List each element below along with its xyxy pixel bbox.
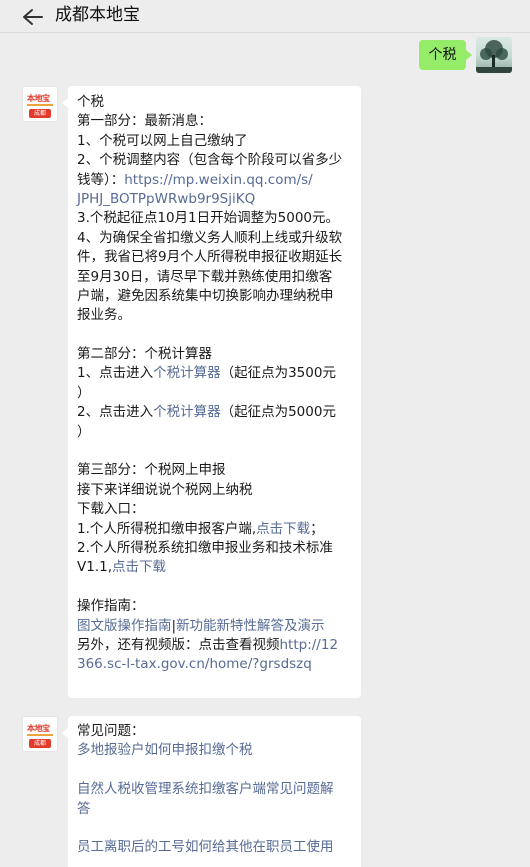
faq-link[interactable]: 自然人税收管理系统扣缴客户端常见问题解	[77, 780, 361, 799]
message-heading: 个税	[77, 94, 104, 110]
logo-city-badge: 成都	[29, 739, 51, 748]
logo-city-badge: 成都	[29, 109, 51, 118]
news-item: 3.个税起征点10月1日开始调整为5000元。	[77, 210, 340, 227]
calculator-item: 2、点击进入个税计算器（起征点为5000元	[77, 403, 361, 422]
news-item: 报业务。	[77, 307, 131, 324]
news-item: 户端，避免因系统集中切换影响办理纳税申	[77, 287, 334, 304]
self-avatar[interactable]	[476, 37, 512, 73]
news-item: 1、个税可以网上自己缴纳了	[77, 132, 248, 149]
logo-divider	[27, 734, 53, 736]
download-link[interactable]: 点击下载	[256, 521, 310, 537]
calculator-item-note: （起征点为5000元	[220, 404, 336, 421]
section-title: 第一部分：最新消息：	[77, 113, 212, 130]
download-item-text: V1.1,	[77, 559, 112, 576]
guide-links: 图文版操作指南|新功能新特性解答及演示	[77, 617, 361, 636]
faq-message-bubble: 常见问题： 多地报验户如何申报扣缴个税 自然人税收管理系统扣缴客户端常见问题解 …	[62, 716, 361, 867]
download-item-text: 1.个人所得税扣缴申报客户端,	[77, 520, 257, 537]
page-title: 成都本地宝	[55, 5, 140, 25]
download-item: 2.个人所得税系统扣缴申报业务和技术标准	[77, 539, 333, 556]
news-item-text: 钱等）：	[77, 171, 125, 188]
download-item: V1.1,点击下载	[77, 558, 361, 577]
guide-title: 操作指南：	[77, 598, 145, 615]
tax-calculator-link[interactable]: 个税计算器	[153, 365, 221, 381]
download-item-punct: ；	[310, 520, 324, 537]
download-link[interactable]: 点击下载	[112, 559, 166, 575]
calculator-item-note: （起征点为3500元	[220, 365, 336, 382]
tree-silhouette-icon	[476, 40, 512, 73]
article-link[interactable]: JPHJ_BOTPpWRwb9r9SjiKQ	[77, 190, 361, 209]
image-guide-link[interactable]: 图文版操作指南	[77, 618, 172, 634]
self-message-bubble[interactable]: 个税	[419, 40, 472, 70]
download-label: 下载入口：	[77, 501, 145, 518]
message-bubble: 个税 第一部分：最新消息： 1、个税可以网上自己缴纳了 2、个税调整内容（包含每…	[62, 86, 361, 698]
calculator-item-text: 1、点击进入	[77, 365, 154, 382]
calculator-item: 1、点击进入个税计算器（起征点为3500元	[77, 364, 361, 383]
calculator-item-end: ）	[77, 384, 91, 401]
logo-text: 本地宝	[27, 94, 50, 103]
news-item: 2、个税调整内容（包含每个阶段可以省多少	[77, 152, 343, 169]
video-text: 另外，还有视频版：点击查看视频	[77, 636, 280, 653]
article-link[interactable]: https://mp.weixin.qq.com/s/	[124, 172, 312, 188]
calculator-item-end: ）	[77, 423, 91, 440]
logo-divider	[27, 104, 53, 106]
section-title: 第二部分：个税计算器	[77, 346, 212, 363]
intro-text: 接下来详细说说个税网上纳税	[77, 481, 253, 498]
calculator-item-text: 2、点击进入	[77, 404, 154, 421]
video-link[interactable]: 366.sc-l-tax.gov.cn/home/?grsdszq	[77, 655, 361, 674]
news-item: 4、为确保全省扣缴义务人顺利上线或升级软	[77, 229, 343, 246]
new-features-link[interactable]: 新功能新特性解答及演示	[176, 618, 325, 634]
faq-link[interactable]: 多地报验户如何申报扣缴个税	[77, 741, 361, 760]
section-title: 第三部分：个税网上申报	[77, 462, 226, 479]
video-link[interactable]: http://12	[280, 637, 339, 653]
logo-text: 本地宝	[27, 724, 50, 733]
official-account-avatar[interactable]: 本地宝 成都	[22, 716, 58, 752]
back-arrow-icon[interactable]	[20, 6, 50, 28]
faq-heading: 常见问题：	[77, 723, 145, 739]
top-bar: 成都本地宝	[0, 0, 530, 33]
news-item: 至9月30日，请尽早下载并熟练使用扣缴客	[77, 268, 333, 285]
video-line: 另外，还有视频版：点击查看视频http://12	[77, 636, 361, 655]
tax-calculator-link[interactable]: 个税计算器	[153, 404, 221, 420]
faq-link[interactable]: 员工离职后的工号如何给其他在职员工使用	[77, 838, 361, 857]
download-item: 1.个人所得税扣缴申报客户端,点击下载；	[77, 520, 361, 539]
official-account-avatar[interactable]: 本地宝 成都	[22, 86, 58, 122]
news-item: 件，我省已将9月个人所得税申报征收期延长	[77, 249, 343, 266]
faq-link[interactable]: 答	[77, 800, 361, 819]
news-item: 钱等）：https://mp.weixin.qq.com/s/	[77, 171, 361, 190]
